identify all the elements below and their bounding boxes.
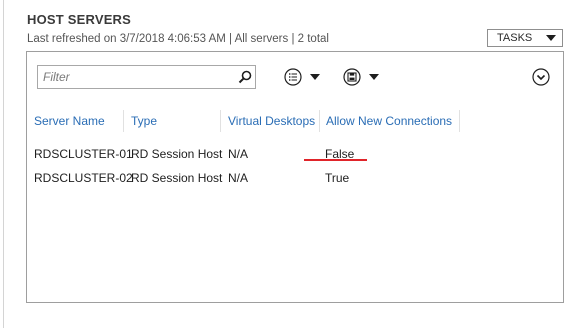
- list-options-button[interactable]: [284, 67, 320, 87]
- caret-down-icon: [369, 74, 379, 80]
- column-divider: [123, 110, 124, 132]
- filter-box: [37, 65, 256, 89]
- column-divider: [459, 110, 460, 132]
- save-query-button[interactable]: [343, 67, 379, 87]
- list-options-icon: [284, 68, 302, 86]
- cell-type: RD Session Host: [131, 147, 223, 161]
- column-divider: [319, 110, 320, 132]
- filter-input[interactable]: [38, 66, 228, 88]
- column-header-allow-new-connections[interactable]: Allow New Connections: [326, 114, 452, 128]
- window-left-border: [3, 0, 4, 328]
- tasks-dropdown-button[interactable]: TASKS: [487, 29, 563, 47]
- host-servers-panel: Server Name Type Virtual Desktops Allow …: [26, 51, 564, 303]
- refresh-status: Last refreshed on 3/7/2018 4:06:53 AM | …: [27, 33, 329, 45]
- column-header-server-name[interactable]: Server Name: [34, 114, 105, 128]
- column-header-virtual-desktops[interactable]: Virtual Desktops: [228, 114, 315, 128]
- column-header-type[interactable]: Type: [131, 114, 157, 128]
- caret-down-icon: [310, 74, 320, 80]
- caret-down-icon: [546, 35, 556, 41]
- cell-allow-new-connections: True: [325, 171, 350, 185]
- cell-type: RD Session Host: [131, 171, 223, 185]
- cell-server-name: RDSCLUSTER-01: [34, 147, 133, 161]
- cell-virtual-desktops: N/A: [228, 147, 249, 161]
- cell-virtual-desktops: N/A: [228, 171, 249, 185]
- highlight-underline: [304, 159, 367, 161]
- cell-server-name: RDSCLUSTER-02: [34, 171, 133, 185]
- chevron-down-circle-icon[interactable]: [532, 68, 550, 86]
- search-icon[interactable]: [238, 70, 252, 84]
- save-icon: [343, 68, 361, 86]
- section-title: HOST SERVERS: [27, 12, 132, 27]
- tasks-label: TASKS: [497, 32, 533, 44]
- column-divider: [220, 110, 221, 132]
